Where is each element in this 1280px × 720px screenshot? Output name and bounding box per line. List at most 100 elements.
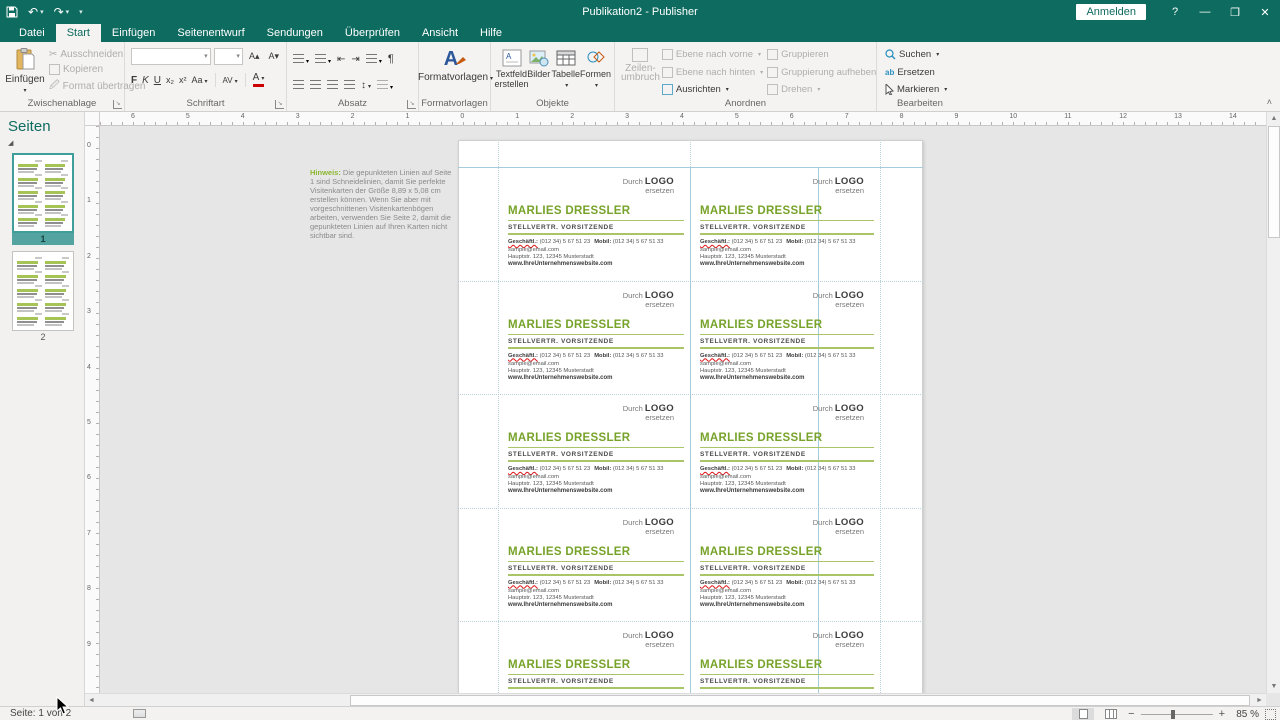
tab-einfügen[interactable]: Einfügen bbox=[101, 24, 166, 42]
show-paragraph-marks-button[interactable]: ¶ bbox=[388, 53, 394, 65]
draw-textbox-button[interactable]: A Textfeld erstellen bbox=[497, 46, 526, 98]
zoom-slider-thumb[interactable] bbox=[1171, 710, 1175, 719]
borders-button[interactable] bbox=[366, 50, 382, 68]
template-hint-text[interactable]: Hinweis: Die gepunkteten Linien auf Seit… bbox=[310, 168, 456, 240]
fit-page-icon[interactable] bbox=[1265, 709, 1276, 720]
business-card[interactable]: Durch LOGOersetzen MARLIES DRESSLER STEL… bbox=[498, 621, 690, 693]
tab-start[interactable]: Start bbox=[56, 24, 101, 42]
shapes-button[interactable]: Formen bbox=[581, 46, 610, 98]
pages-collapse-icon[interactable]: ◢ bbox=[0, 139, 84, 147]
logo-placeholder[interactable]: Durch LOGOersetzen bbox=[813, 177, 864, 195]
business-card[interactable]: Durch LOGOersetzen MARLIES DRESSLER STEL… bbox=[690, 167, 880, 280]
bullets-button[interactable] bbox=[293, 50, 309, 68]
business-card[interactable]: Durch LOGOersetzen MARLIES DRESSLER STEL… bbox=[690, 394, 880, 507]
align-objects-button[interactable]: Ausrichten bbox=[660, 84, 765, 95]
dialog-launcher-icon[interactable]: ↘ bbox=[275, 100, 284, 109]
business-card[interactable]: Durch LOGOersetzen MARLIES DRESSLER STEL… bbox=[498, 508, 690, 621]
tab-sendungen[interactable]: Sendungen bbox=[256, 24, 334, 42]
close-button[interactable]: ✕ bbox=[1250, 0, 1280, 24]
horizontal-ruler[interactable]: 65432101234567891011121314 bbox=[100, 112, 1266, 126]
vertical-scrollbar[interactable]: ▲ ▼ bbox=[1266, 112, 1280, 693]
replace-button[interactable]: ab Ersetzen bbox=[883, 67, 959, 78]
grow-font-button[interactable]: A▴ bbox=[246, 50, 263, 63]
paste-dropdown-icon[interactable]: ▾ bbox=[23, 87, 26, 94]
zoom-slider[interactable] bbox=[1141, 714, 1213, 715]
logo-placeholder[interactable]: Durch LOGOersetzen bbox=[813, 404, 864, 422]
redo-icon[interactable]: ↷▾ bbox=[54, 0, 70, 24]
vertical-ruler[interactable]: 0123456789 bbox=[85, 126, 100, 693]
logo-placeholder[interactable]: Durch LOGOersetzen bbox=[623, 177, 674, 195]
single-page-view-button[interactable] bbox=[1072, 708, 1094, 720]
customize-qat-icon[interactable]: ▾ bbox=[79, 0, 83, 24]
subscript-button[interactable]: x₂ bbox=[166, 75, 174, 85]
save-icon[interactable] bbox=[6, 0, 18, 24]
horizontal-scrollbar[interactable]: ◄ ► bbox=[85, 693, 1266, 706]
tab-überprüfen[interactable]: Überprüfen bbox=[334, 24, 411, 42]
align-left-button[interactable] bbox=[293, 76, 304, 94]
align-right-button[interactable] bbox=[327, 76, 338, 94]
pictures-button[interactable]: Bilder bbox=[527, 46, 550, 98]
business-card[interactable]: Durch LOGOersetzen MARLIES DRESSLER STEL… bbox=[690, 281, 880, 394]
logo-placeholder[interactable]: Durch LOGOersetzen bbox=[623, 518, 674, 536]
tab-datei[interactable]: Datei bbox=[8, 24, 56, 42]
tab-hilfe[interactable]: Hilfe bbox=[469, 24, 513, 42]
numbering-button[interactable] bbox=[315, 50, 331, 68]
underline-button[interactable]: U bbox=[154, 75, 161, 86]
page-thumbnail-2[interactable]: 2 bbox=[12, 251, 74, 343]
logo-placeholder[interactable]: Durch LOGOersetzen bbox=[623, 631, 674, 649]
increase-indent-button[interactable]: ⇥ bbox=[351, 54, 359, 65]
character-spacing-button[interactable]: AV bbox=[223, 76, 238, 85]
font-name-combo[interactable]: ▾ bbox=[131, 48, 211, 65]
logo-placeholder[interactable]: Durch LOGOersetzen bbox=[813, 631, 864, 649]
logo-placeholder[interactable]: Durch LOGOersetzen bbox=[623, 291, 674, 309]
shrink-font-button[interactable]: A▾ bbox=[265, 50, 282, 63]
minimize-button[interactable]: — bbox=[1190, 0, 1220, 24]
scroll-up-icon[interactable]: ▲ bbox=[1267, 112, 1280, 125]
zoom-level[interactable]: 85 % bbox=[1231, 709, 1259, 720]
logo-placeholder[interactable]: Durch LOGOersetzen bbox=[813, 291, 864, 309]
logo-placeholder[interactable]: Durch LOGOersetzen bbox=[623, 404, 674, 422]
dialog-launcher-icon[interactable]: ↘ bbox=[407, 100, 416, 109]
font-size-combo[interactable]: ▾ bbox=[214, 48, 243, 65]
justify-button[interactable] bbox=[344, 76, 355, 94]
font-color-button[interactable]: A bbox=[253, 73, 265, 87]
superscript-button[interactable]: x² bbox=[179, 75, 187, 85]
align-center-button[interactable] bbox=[310, 76, 321, 94]
page-indicator[interactable]: Seite: 1 von 2 bbox=[10, 708, 71, 719]
select-button[interactable]: Markieren bbox=[883, 84, 959, 95]
help-button[interactable]: ? bbox=[1160, 0, 1190, 24]
business-card[interactable]: Durch LOGOersetzen MARLIES DRESSLER STEL… bbox=[498, 394, 690, 507]
business-card[interactable]: Durch LOGOersetzen MARLIES DRESSLER STEL… bbox=[690, 508, 880, 621]
italic-button[interactable]: K bbox=[142, 75, 149, 86]
scroll-down-icon[interactable]: ▼ bbox=[1267, 680, 1280, 693]
change-case-button[interactable]: Aa bbox=[192, 75, 208, 85]
line-spacing-button[interactable]: ↕ bbox=[361, 80, 371, 91]
find-button[interactable]: Suchen bbox=[883, 49, 959, 60]
document-canvas[interactable]: Hinweis: Die gepunkteten Linien auf Seit… bbox=[100, 126, 1266, 693]
page-thumbnail-1[interactable]: 1 bbox=[12, 153, 74, 245]
undo-icon[interactable]: ↶▾ bbox=[28, 0, 44, 24]
divider bbox=[508, 674, 684, 675]
signin-button[interactable]: Anmelden bbox=[1076, 4, 1146, 20]
zoom-out-button[interactable]: − bbox=[1128, 708, 1134, 720]
collapse-ribbon-icon[interactable]: ˄ bbox=[1267, 97, 1272, 107]
horizontal-scroll-thumb[interactable] bbox=[350, 695, 1250, 706]
styles-button[interactable]: A Formatvorlagen bbox=[425, 46, 486, 83]
business-card[interactable]: Durch LOGOersetzen MARLIES DRESSLER STEL… bbox=[498, 167, 690, 280]
proofing-status-icon[interactable] bbox=[133, 709, 146, 718]
table-button[interactable]: Tabelle bbox=[551, 46, 580, 98]
logo-placeholder[interactable]: Durch LOGOersetzen bbox=[813, 518, 864, 536]
dialog-launcher-icon[interactable]: ↘ bbox=[113, 100, 122, 109]
restore-button[interactable]: ❐ bbox=[1220, 0, 1250, 24]
shading-button[interactable] bbox=[377, 76, 393, 94]
vertical-scroll-thumb[interactable] bbox=[1268, 126, 1280, 238]
business-card[interactable]: Durch LOGOersetzen MARLIES DRESSLER STEL… bbox=[498, 281, 690, 394]
two-page-view-button[interactable] bbox=[1100, 708, 1122, 720]
zoom-in-button[interactable]: + bbox=[1219, 708, 1225, 720]
tab-seitenentwurf[interactable]: Seitenentwurf bbox=[166, 24, 255, 42]
business-card[interactable]: Durch LOGOersetzen MARLIES DRESSLER STEL… bbox=[690, 621, 880, 693]
paste-button[interactable]: Einfügen ▾ bbox=[6, 46, 44, 98]
tab-ansicht[interactable]: Ansicht bbox=[411, 24, 469, 42]
decrease-indent-button[interactable]: ⇤ bbox=[337, 54, 345, 65]
bold-button[interactable]: F bbox=[131, 75, 137, 86]
